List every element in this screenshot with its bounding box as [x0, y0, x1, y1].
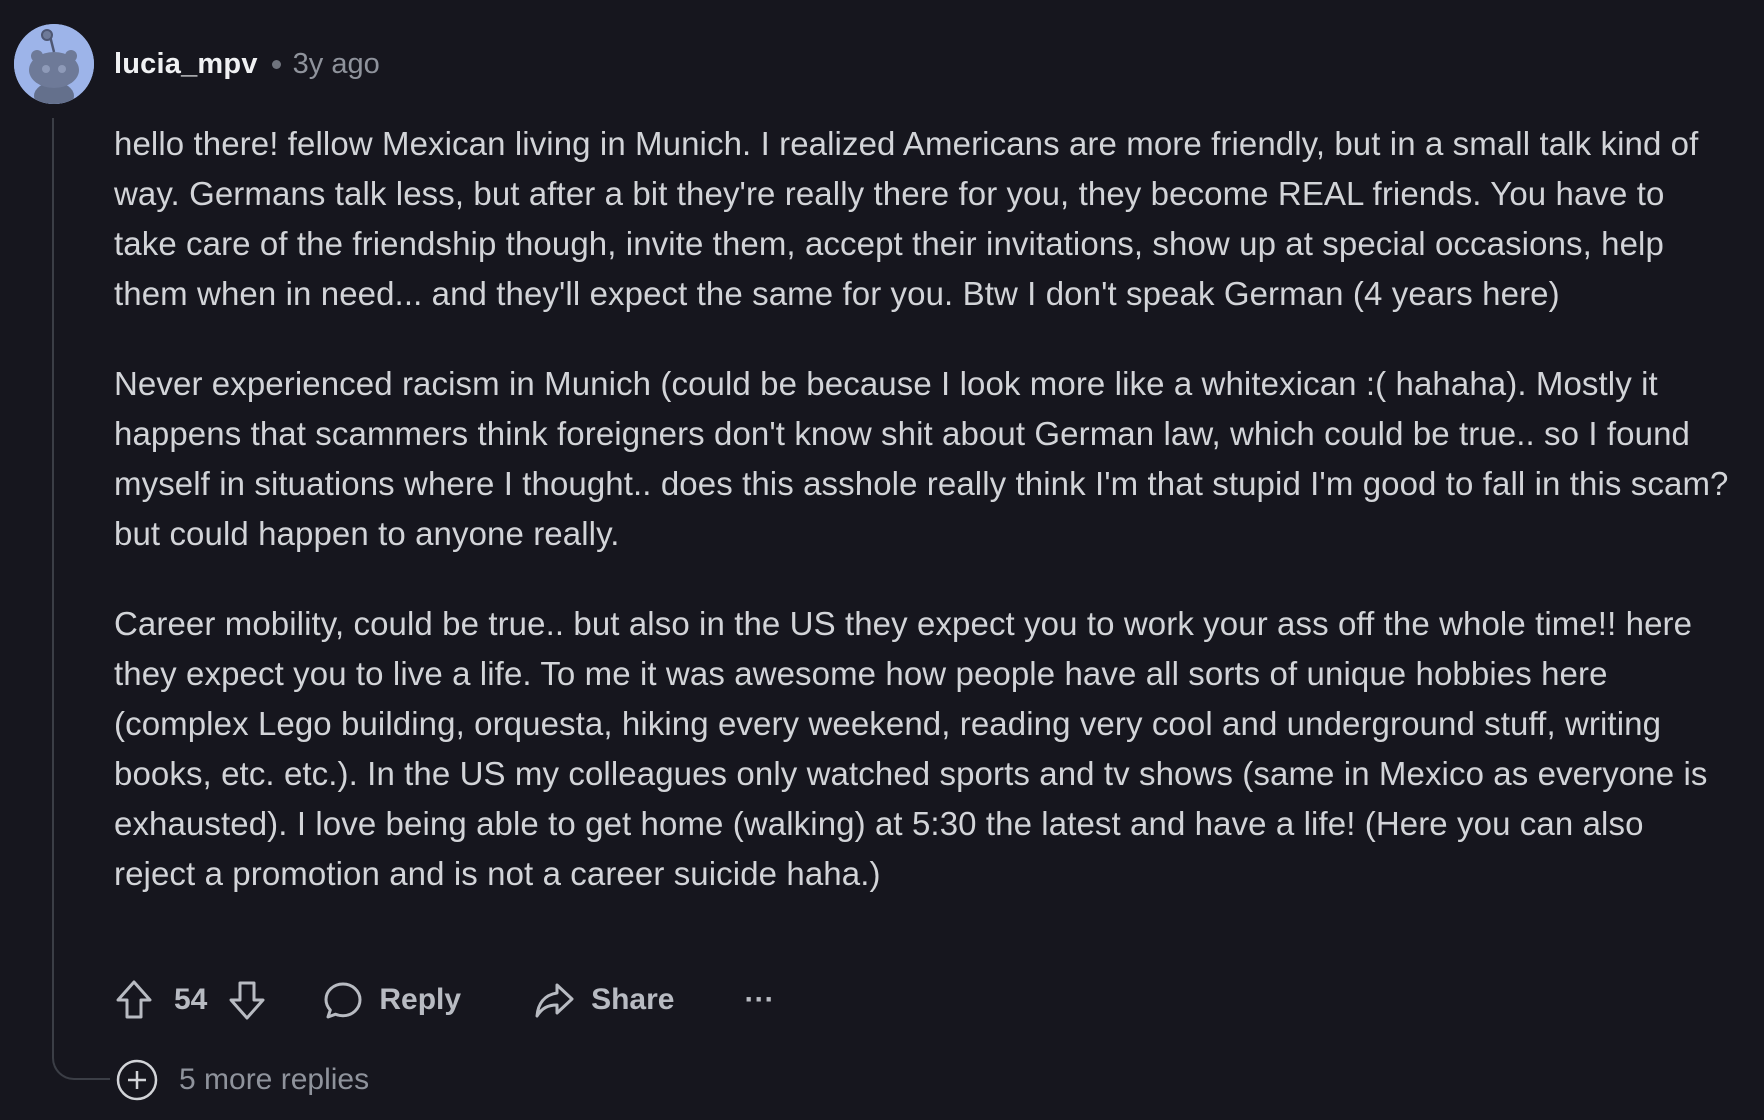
comment: lucia_mpv 3y ago hello there! fellow Mex… [0, 0, 1764, 1120]
more-options-label: ··· [744, 983, 775, 1016]
comment-paragraph: Career mobility, could be true.. but als… [114, 605, 1708, 892]
thread-line[interactable] [52, 118, 110, 1080]
arrow-up-icon [116, 980, 152, 1019]
reply-label: Reply [379, 983, 462, 1016]
comment-paragraph: Never experienced racism in Munich (coul… [114, 365, 1729, 552]
comment-body: hello there! fellow Mexican living in Mu… [114, 119, 1734, 939]
arrow-down-icon [229, 981, 265, 1020]
comment-actions: 54 Reply Share ··· [114, 974, 774, 1026]
vote-count: 54 [174, 983, 208, 1016]
avatar[interactable] [14, 24, 94, 104]
comment-header: lucia_mpv 3y ago [114, 40, 380, 88]
plus-circle-icon [116, 1059, 158, 1101]
share-label: Share [591, 983, 675, 1016]
comment-paragraph: hello there! fellow Mexican living in Mu… [114, 125, 1699, 312]
more-options-button[interactable]: ··· [744, 983, 774, 1017]
share-button[interactable]: Share [533, 980, 674, 1020]
share-arrow-icon [535, 983, 574, 1018]
timestamp[interactable]: 3y ago [293, 48, 380, 81]
speech-bubble-icon [324, 982, 362, 1019]
more-replies-button[interactable]: 5 more replies [115, 1058, 369, 1102]
more-replies-label: 5 more replies [179, 1063, 370, 1096]
snoo-avatar-icon [14, 24, 94, 104]
username[interactable]: lucia_mpv [114, 48, 258, 81]
upvote-button[interactable] [114, 979, 154, 1021]
downvote-button[interactable] [227, 979, 267, 1021]
separator-dot [271, 59, 281, 69]
reply-button[interactable]: Reply [323, 980, 461, 1020]
